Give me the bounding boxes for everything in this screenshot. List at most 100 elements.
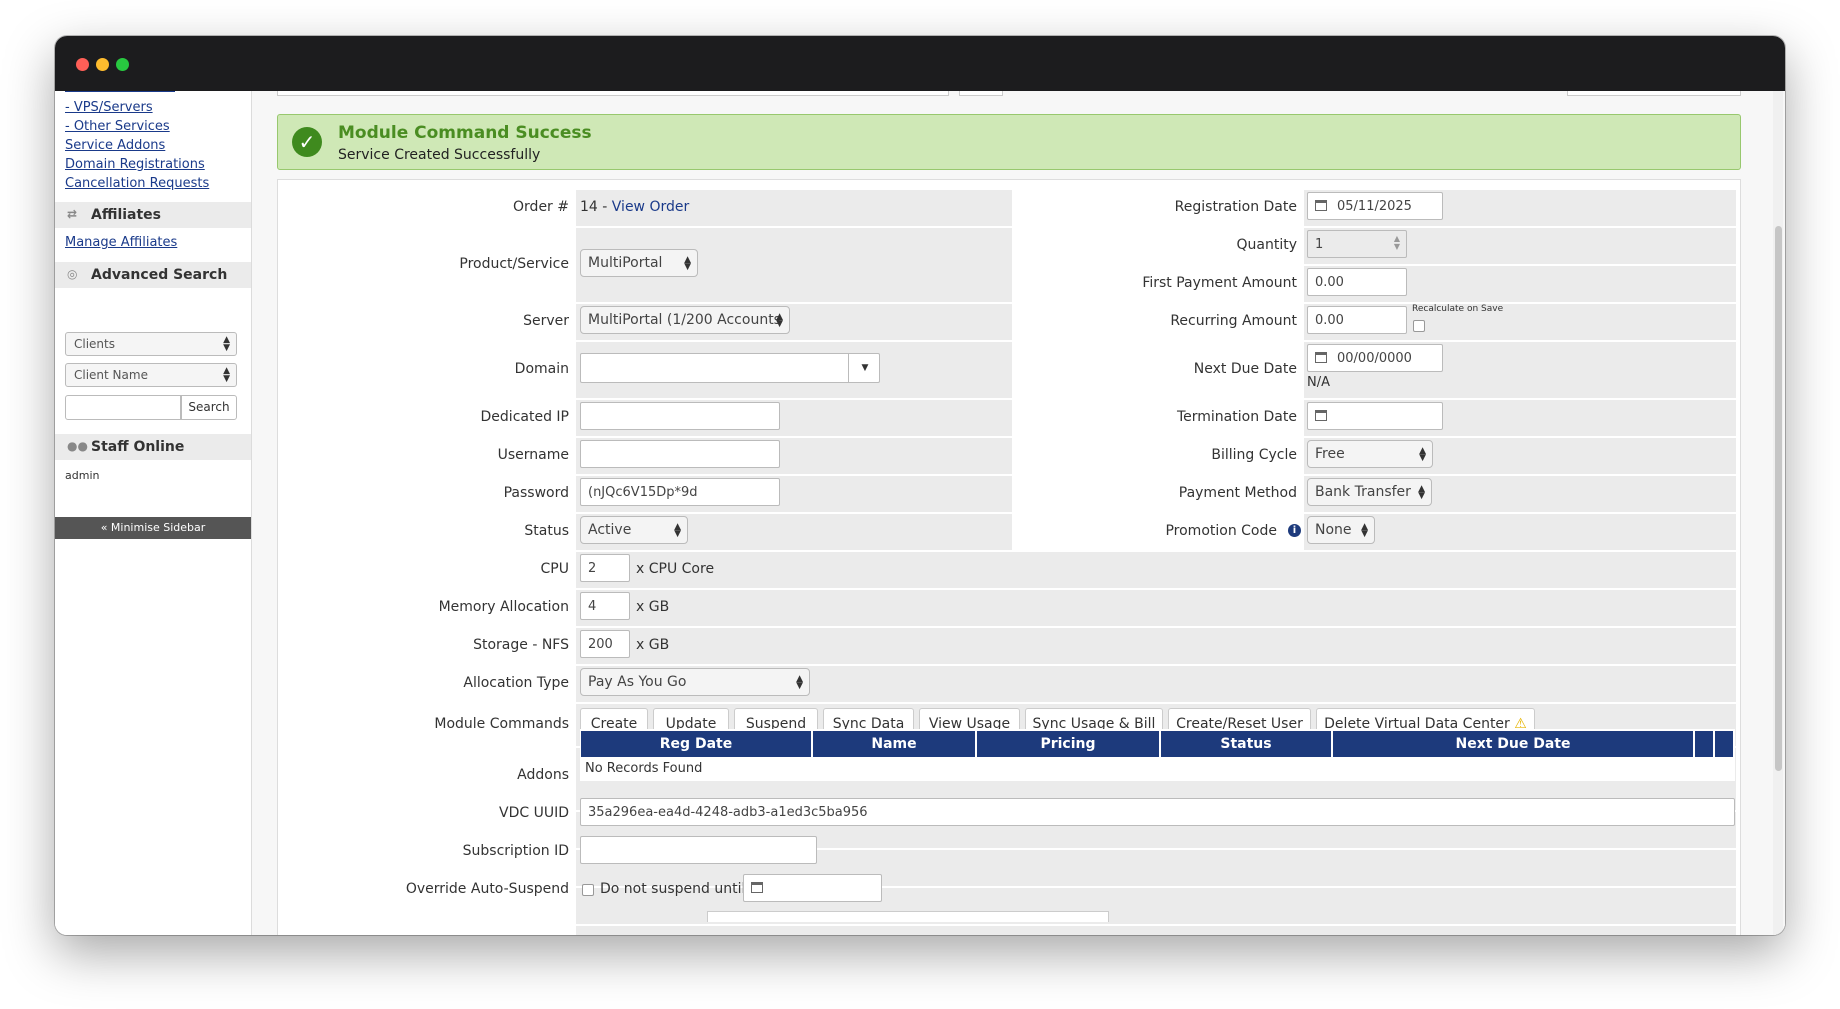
first-payment-value: 0.00: [1315, 275, 1344, 290]
recalculate-checkbox[interactable]: [1413, 320, 1425, 332]
select-arrows-icon: ▲ ▼: [1418, 484, 1425, 501]
username-label: Username: [497, 447, 569, 463]
addons-header-delete: [1715, 731, 1733, 757]
registration-date-value: 05/11/2025: [1337, 199, 1412, 214]
module-commands-label: Module Commands: [434, 716, 569, 732]
recurring-amount-label: Recurring Amount: [1170, 313, 1297, 329]
alert-title: Module Command Success: [338, 123, 592, 143]
addons-header-status[interactable]: Status: [1161, 731, 1331, 757]
top-select-remnant: [1567, 91, 1741, 96]
recurring-amount-value: 0.00: [1315, 313, 1344, 328]
staff-online-user: admin: [65, 469, 100, 482]
domain-dropdown-button[interactable]: ▼: [848, 353, 881, 383]
status-label: Status: [524, 523, 569, 539]
page-content: - VPS/Servers - Other Services Service A…: [55, 91, 1785, 935]
billing-cycle-label: Billing Cycle: [1211, 447, 1297, 463]
next-due-date-value: 00/00/0000: [1337, 351, 1412, 366]
memory-label: Memory Allocation: [438, 599, 569, 615]
dedicated-ip-input[interactable]: [580, 402, 780, 430]
info-icon[interactable]: i: [1288, 524, 1301, 537]
addons-header-pricing[interactable]: Pricing: [977, 731, 1159, 757]
subscription-id-input[interactable]: [580, 836, 817, 864]
domain-input[interactable]: [580, 353, 880, 383]
sidebar: - VPS/Servers - Other Services Service A…: [55, 91, 252, 935]
vdc-uuid-label: VDC UUID: [499, 805, 569, 821]
quantity-stepper[interactable]: 1 ▲ ▼: [1307, 230, 1407, 258]
select-arrows-icon: ▲ ▼: [796, 674, 803, 691]
select-arrows-icon: ▲ ▼: [223, 335, 230, 353]
payment-method-label: Payment Method: [1178, 485, 1297, 501]
search-type-select[interactable]: Clients ▲ ▼: [65, 332, 237, 356]
memory-value: 4: [588, 599, 597, 614]
select-arrows-icon: ▲ ▼: [684, 255, 691, 272]
server-label: Server: [523, 313, 569, 329]
billing-cycle-select[interactable]: Free ▲ ▼: [1307, 440, 1433, 468]
promotion-code-label: Promotion Code: [1165, 523, 1277, 539]
cpu-input[interactable]: 2: [580, 554, 630, 582]
product-select[interactable]: MultiPortal ▲ ▼: [580, 249, 698, 277]
password-input[interactable]: (nJQc6V15Dp*9d: [580, 478, 780, 506]
server-select[interactable]: MultiPortal (1/200 Accounts ▲ ▼: [580, 306, 790, 334]
search-field-select[interactable]: Client Name ▲ ▼: [65, 363, 237, 387]
addons-label: Addons: [517, 767, 569, 783]
vdc-uuid-input[interactable]: 35a296ea-ea4d-4248-adb3-a1ed3c5ba956: [580, 798, 1735, 826]
sidebar-link-cancellation-requests[interactable]: Cancellation Requests: [65, 176, 209, 191]
payment-method-select[interactable]: Bank Transfer ▲ ▼: [1307, 478, 1432, 506]
addons-header-reg-date[interactable]: Reg Date: [581, 731, 811, 757]
order-number: 14 - View Order: [580, 199, 689, 215]
promotion-code-value: None: [1315, 522, 1352, 538]
top-button-remnant: [959, 91, 1003, 96]
vdc-uuid-value: 35a296ea-ea4d-4248-adb3-a1ed3c5ba956: [588, 805, 868, 820]
storage-input[interactable]: 200: [580, 630, 630, 658]
sidebar-search-input[interactable]: [65, 395, 181, 420]
calendar-icon: [1315, 352, 1327, 363]
override-date-input[interactable]: [743, 874, 882, 902]
manage-affiliates-link[interactable]: Manage Affiliates: [65, 235, 177, 250]
registration-date-input[interactable]: 05/11/2025: [1307, 192, 1443, 220]
sidebar-link-other-services[interactable]: - Other Services: [65, 119, 170, 134]
zoom-window-button[interactable]: [116, 58, 129, 71]
main-area: ✓ Module Command Success Service Created…: [252, 91, 1785, 935]
minimize-window-button[interactable]: [96, 58, 109, 71]
addons-header-next-due-date[interactable]: Next Due Date: [1333, 731, 1693, 757]
first-payment-input[interactable]: 0.00: [1307, 268, 1407, 296]
stepper-arrows-icon[interactable]: ▲ ▼: [1394, 235, 1400, 251]
termination-date-input[interactable]: [1307, 402, 1443, 430]
cpu-label: CPU: [540, 561, 569, 577]
payment-method-value: Bank Transfer: [1315, 484, 1411, 500]
browser-window: - VPS/Servers - Other Services Service A…: [55, 36, 1785, 935]
view-order-link[interactable]: View Order: [612, 199, 689, 215]
billing-cycle-value: Free: [1315, 446, 1345, 462]
next-row-remnant: [707, 911, 1109, 922]
status-select-value: Active: [588, 522, 632, 538]
override-auto-suspend-label: Override Auto-Suspend: [405, 881, 569, 897]
sidebar-link-domain-registrations[interactable]: Domain Registrations: [65, 157, 205, 172]
status-select[interactable]: Active ▲ ▼: [580, 516, 688, 544]
recurring-amount-input[interactable]: 0.00: [1307, 306, 1407, 334]
username-input[interactable]: [580, 440, 780, 468]
override-checkbox[interactable]: [582, 884, 594, 896]
affiliates-icon: ⇄: [67, 207, 78, 221]
quantity-label: Quantity: [1236, 237, 1298, 253]
order-label: Order #: [513, 199, 569, 215]
scrollbar-thumb[interactable]: [1775, 226, 1782, 771]
select-arrows-icon: ▲ ▼: [1361, 522, 1368, 539]
storage-unit: x GB: [636, 637, 670, 653]
sidebar-link-vps-servers[interactable]: - VPS/Servers: [65, 100, 153, 115]
quantity-value: 1: [1315, 237, 1324, 252]
memory-input[interactable]: 4: [580, 592, 630, 620]
allocation-type-select[interactable]: Pay As You Go ▲ ▼: [580, 668, 810, 696]
product-select-value: MultiPortal: [588, 255, 663, 271]
sidebar-link-service-addons[interactable]: Service Addons: [65, 138, 165, 153]
minimise-sidebar-button[interactable]: « Minimise Sidebar: [55, 517, 251, 539]
close-window-button[interactable]: [76, 58, 89, 71]
addons-header-name[interactable]: Name: [813, 731, 975, 757]
select-arrows-icon: ▲ ▼: [674, 522, 681, 539]
allocation-type-label: Allocation Type: [463, 675, 569, 691]
promotion-code-select[interactable]: None ▲ ▼: [1307, 516, 1375, 544]
termination-date-label: Termination Date: [1176, 409, 1297, 425]
sidebar-search-button[interactable]: Search: [181, 395, 237, 420]
alert-message: Service Created Successfully: [338, 147, 541, 163]
next-due-date-input[interactable]: 00/00/0000: [1307, 344, 1443, 372]
success-alert: ✓ Module Command Success Service Created…: [277, 114, 1741, 170]
